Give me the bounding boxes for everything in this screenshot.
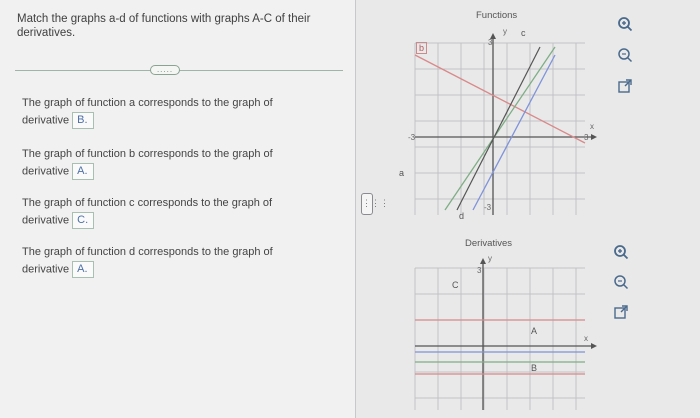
answer-text-d: The graph of function d corresponds to t… bbox=[22, 246, 273, 276]
question-pane: Match the graphs a-d of functions with g… bbox=[0, 0, 355, 418]
curve-a bbox=[456, 46, 541, 211]
answer-text-b: The graph of function b corresponds to t… bbox=[22, 148, 273, 178]
label-c: c bbox=[521, 28, 526, 38]
functions-y-label: y bbox=[503, 27, 507, 36]
derivatives-y-label: y bbox=[488, 254, 492, 263]
external-link-icon[interactable] bbox=[612, 304, 630, 322]
zoom-in-icon[interactable] bbox=[612, 244, 630, 262]
answer-row-c: The graph of function c corresponds to t… bbox=[22, 195, 322, 229]
label-C: C bbox=[452, 280, 459, 290]
label-a: a bbox=[399, 168, 405, 178]
functions-tick-left: -3 bbox=[408, 133, 416, 142]
splitter-handle[interactable]: ⋮⋮⋮ bbox=[361, 193, 389, 215]
derivatives-x-label: x bbox=[584, 334, 588, 343]
answer-text-a: The graph of function a corresponds to t… bbox=[22, 97, 273, 127]
answer-row-a: The graph of function a corresponds to t… bbox=[22, 95, 322, 129]
curve-d bbox=[472, 54, 556, 211]
more-button[interactable]: ..... bbox=[150, 65, 180, 75]
answer-row-b: The graph of function b corresponds to t… bbox=[22, 146, 322, 180]
label-A: A bbox=[531, 326, 538, 336]
functions-x-label: x bbox=[590, 122, 594, 131]
derivatives-graph bbox=[414, 258, 597, 410]
functions-tick-right: 3 bbox=[584, 133, 589, 142]
zoom-out-icon[interactable] bbox=[612, 274, 630, 292]
functions-graph bbox=[414, 33, 597, 215]
answer-field-d[interactable]: A. bbox=[72, 261, 95, 278]
derivatives-tick-top: 3 bbox=[477, 266, 482, 275]
derivatives-graph-title: Derivatives bbox=[465, 238, 512, 249]
zoom-in-icon[interactable] bbox=[616, 16, 634, 34]
label-d: d bbox=[459, 211, 465, 221]
label-b: b bbox=[416, 42, 428, 54]
answer-field-c[interactable]: C. bbox=[72, 212, 95, 229]
answer-field-a[interactable]: B. bbox=[72, 112, 95, 129]
functions-graph-title: Functions bbox=[476, 10, 518, 21]
external-link-icon[interactable] bbox=[616, 78, 634, 96]
question-prompt: Match the graphs a-d of functions with g… bbox=[17, 13, 311, 39]
curve-b bbox=[414, 54, 586, 144]
answer-field-b[interactable]: A. bbox=[72, 163, 95, 180]
answer-text-c: The graph of function c corresponds to t… bbox=[22, 197, 273, 227]
label-B: B bbox=[531, 363, 538, 373]
functions-tick-bottom: -3 bbox=[484, 203, 492, 212]
functions-tick-top: 3 bbox=[488, 38, 493, 47]
pane-splitter bbox=[355, 0, 356, 418]
answer-row-d: The graph of function d corresponds to t… bbox=[22, 244, 322, 278]
zoom-out-icon[interactable] bbox=[616, 47, 634, 65]
